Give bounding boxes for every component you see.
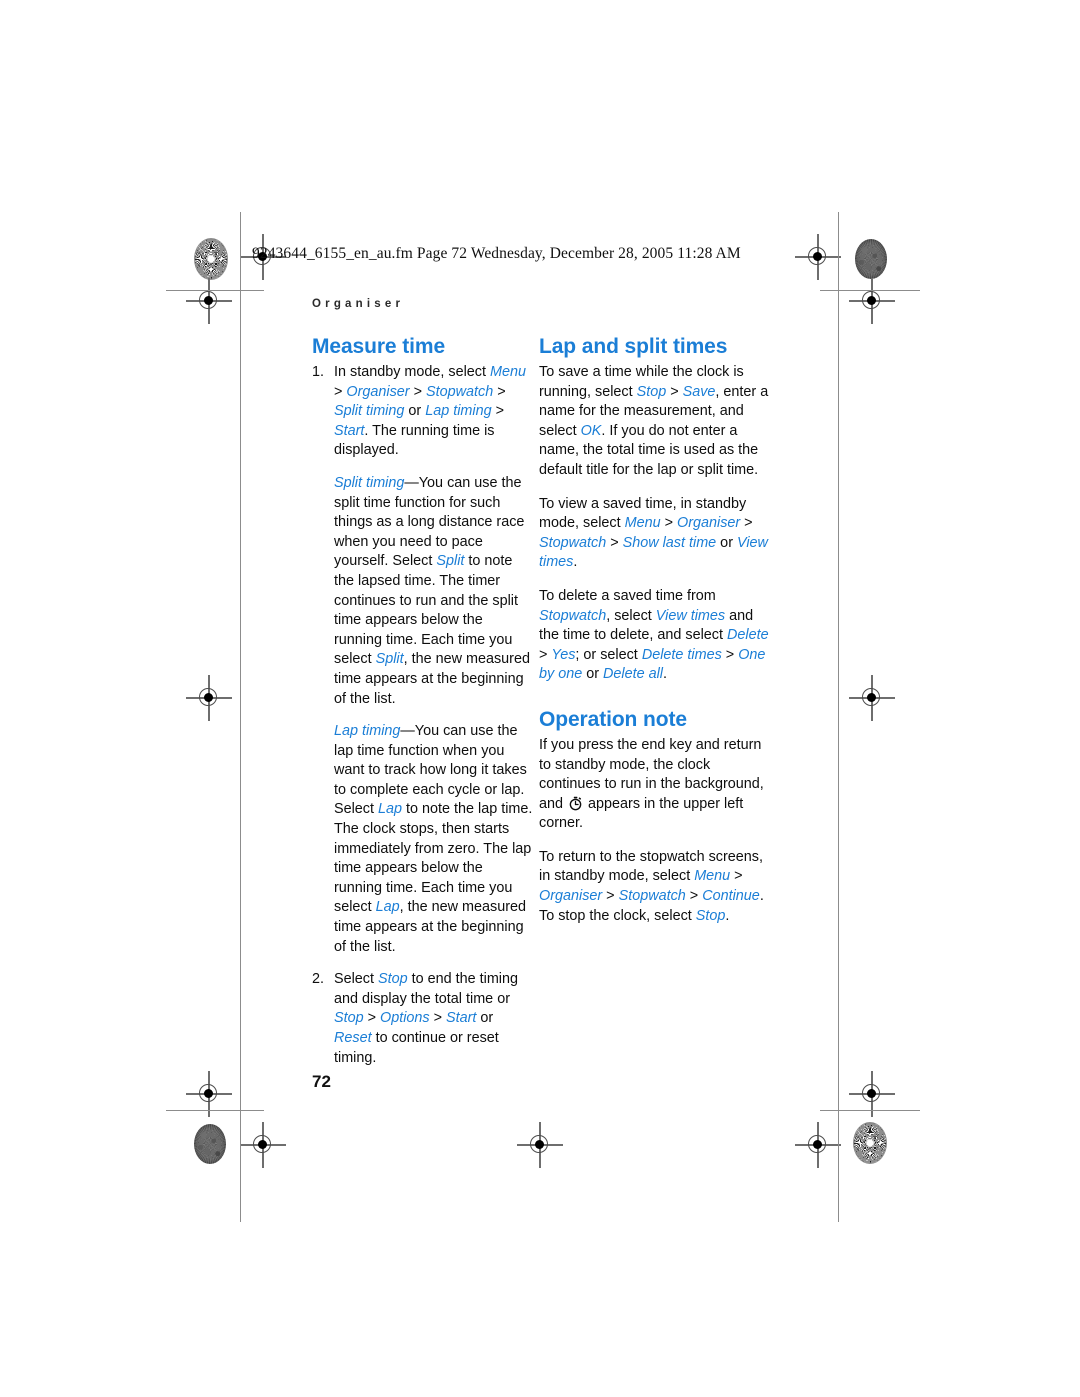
step-1-text-1: In standby mode, select <box>334 364 490 380</box>
stopwatch-icon <box>568 796 583 811</box>
trim-line-top-left <box>166 290 264 292</box>
separator: > <box>334 383 347 400</box>
ui-ref-stop-1: Stop <box>378 971 408 988</box>
registration-mark-bottom-left <box>240 1122 286 1168</box>
paragraph-save-time: To save a time while the clock is runnin… <box>539 363 771 481</box>
ui-ref-delete: Delete <box>727 627 769 644</box>
registration-mark-lower-right-edge <box>849 1071 895 1117</box>
ui-ref-stop-2: Stop <box>334 1010 364 1027</box>
ui-ref-lap-timing-lead: Lap timing <box>334 723 401 740</box>
registration-mark-top-right <box>795 234 841 280</box>
ui-ref-start-2: Start <box>446 1010 477 1027</box>
ui-ref-stopwatch-3: Stopwatch <box>539 607 607 624</box>
ui-ref-lap-1: Lap <box>378 801 403 818</box>
return-para-text-3: . <box>725 907 730 924</box>
paragraph-lap-timing: Lap timing—You can use the lap time func… <box>312 722 534 957</box>
separator: > <box>602 888 619 905</box>
separator: > <box>730 868 743 885</box>
ui-ref-organiser: Organiser <box>346 383 410 400</box>
delete-para-text-5: or <box>582 666 604 683</box>
separator: > <box>539 646 552 663</box>
heading-measure-time: Measure time <box>312 335 446 358</box>
print-density-mark-bottom-left <box>194 1124 226 1164</box>
separator: > <box>660 515 677 532</box>
separator: > <box>491 403 504 420</box>
print-starburst-mark-top-left <box>194 238 228 280</box>
ui-ref-stopwatch-2: Stopwatch <box>539 534 607 551</box>
ui-ref-ok: OK <box>580 422 602 439</box>
trim-line-top-right <box>820 290 920 292</box>
separator: > <box>429 1010 447 1027</box>
left-column: Measure time 1. In standby mode, select … <box>312 334 534 1081</box>
running-header-chapter: Organiser <box>312 298 405 310</box>
ui-ref-yes: Yes <box>551 646 576 663</box>
ui-ref-reset: Reset <box>334 1030 372 1046</box>
ui-ref-lap-2: Lap <box>375 899 400 916</box>
separator: > <box>740 515 753 532</box>
ui-ref-stopwatch-4: Stopwatch <box>618 888 686 905</box>
list-item-step-1: 1. In standby mode, select Menu > Organi… <box>312 363 534 461</box>
ui-ref-stop-3: Stop <box>695 907 726 924</box>
delete-para-text-2: , select <box>606 607 656 624</box>
right-column: Lap and split times To save a time while… <box>539 334 771 926</box>
view-para-text-3: . <box>573 554 578 571</box>
separator: > <box>685 888 703 905</box>
ui-ref-lap-timing: Lap timing <box>425 403 492 420</box>
ui-ref-show-last-time: Show last time <box>622 534 717 551</box>
registration-mark-bottom-center <box>517 1122 563 1168</box>
delete-para-text-1: To delete a saved time from <box>539 587 716 604</box>
delete-para-text-4: ; or select <box>575 646 642 663</box>
ui-ref-options: Options <box>380 1010 430 1027</box>
separator: > <box>721 646 739 663</box>
list-item-step-2: 2. Select Stop to end the timing and dis… <box>312 970 534 1068</box>
step-2-text-3: or <box>476 1010 494 1027</box>
ui-ref-stop: Stop <box>636 383 667 400</box>
ui-ref-split-2: Split <box>375 651 404 668</box>
view-para-text-2: or <box>716 534 737 551</box>
ui-ref-split-timing-lead: Split timing <box>334 474 405 491</box>
ui-ref-organiser-2: Organiser <box>677 515 741 532</box>
ui-ref-delete-times: Delete times <box>641 646 722 663</box>
trim-line-right <box>838 212 840 1222</box>
ui-ref-menu: Menu <box>490 364 526 380</box>
ui-ref-start: Start <box>334 422 365 439</box>
ui-ref-stopwatch: Stopwatch <box>426 383 494 400</box>
registration-mark-middle-left-edge <box>186 675 232 721</box>
delete-para-text-6: . <box>663 666 668 683</box>
paragraph-view-saved-time: To view a saved time, in standby mode, s… <box>539 495 771 573</box>
paragraph-split-timing: Split timing—You can use the split time … <box>312 474 534 709</box>
paragraph-background-clock: If you press the end key and return to s… <box>539 736 771 834</box>
step-1-number: 1. <box>312 364 325 380</box>
ui-ref-view-times-2: View times <box>655 607 726 624</box>
registration-mark-lower-left-edge <box>186 1071 232 1117</box>
step-2-number: 2. <box>312 971 325 988</box>
ui-ref-menu-2: Menu <box>624 515 661 532</box>
ui-ref-delete-all: Delete all <box>603 666 664 683</box>
ui-ref-continue: Continue <box>702 888 760 905</box>
separator: > <box>606 534 623 551</box>
separator: > <box>363 1010 381 1027</box>
ui-ref-organiser-3: Organiser <box>539 888 603 905</box>
ui-ref-menu-3: Menu <box>694 868 731 885</box>
registration-mark-bottom-right <box>795 1122 841 1168</box>
ui-ref-save: Save <box>682 383 716 400</box>
trim-line-bottom-right <box>820 1110 920 1112</box>
step-1-text-2: or <box>404 403 426 420</box>
print-starburst-mark-bottom-right <box>853 1122 887 1164</box>
separator: > <box>493 383 506 400</box>
ui-ref-split-1: Split <box>436 553 465 570</box>
print-density-mark-top-right <box>855 239 887 279</box>
step-2-text-1: Select <box>334 971 378 988</box>
heading-lap-and-split-times: Lap and split times <box>539 335 728 358</box>
trim-line-left <box>240 212 242 1222</box>
registration-mark-middle-right-edge <box>849 675 895 721</box>
paragraph-delete-saved-time: To delete a saved time from Stopwatch, s… <box>539 587 771 685</box>
paragraph-return-to-stopwatch: To return to the stopwatch screens, in s… <box>539 848 771 926</box>
trim-line-bottom-left <box>166 1110 264 1112</box>
separator: > <box>409 383 426 400</box>
print-file-header: 9243644_6155_en_au.fm Page 72 Wednesday,… <box>252 245 741 262</box>
heading-operation-note: Operation note <box>539 707 687 731</box>
ui-ref-split-timing: Split timing <box>334 403 405 420</box>
separator: > <box>666 383 683 400</box>
